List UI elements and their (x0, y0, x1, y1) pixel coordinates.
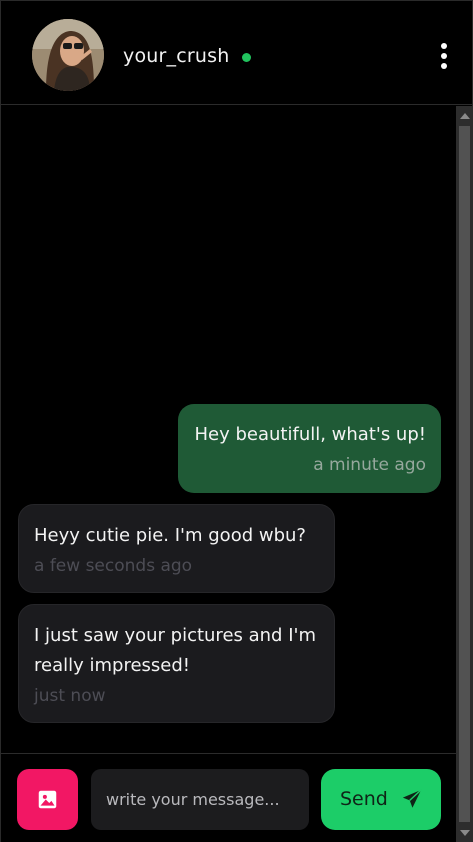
contact-name: your_crush (123, 45, 230, 67)
send-button[interactable]: Send (321, 769, 441, 830)
scroll-up-icon[interactable] (460, 113, 470, 119)
message-timestamp: a minute ago (313, 455, 426, 475)
chat-window: your_crush Hey beautifull, what's up! a … (0, 0, 473, 842)
message-text: Hey beautifull, what's up! (194, 424, 427, 445)
message-timestamp: just now (34, 686, 106, 706)
avatar[interactable] (32, 19, 104, 91)
chat-header: your_crush (1, 1, 472, 105)
avatar-photo (32, 19, 104, 91)
more-vertical-icon (441, 43, 447, 49)
online-status-dot (242, 53, 251, 62)
scroll-thumb[interactable] (459, 126, 470, 822)
message-text: Heyy cutie pie. I'm good wbu? (34, 525, 306, 546)
send-label: Send (340, 788, 388, 810)
message-bubble-received: I just saw your pictures and I'm really … (18, 604, 335, 723)
more-vertical-icon-dot (441, 53, 447, 59)
message-bubble-received: Heyy cutie pie. I'm good wbu? a few seco… (18, 504, 335, 593)
message-timestamp: a few seconds ago (34, 556, 193, 576)
message-bubble-sent: Hey beautifull, what's up! a minute ago (178, 404, 441, 493)
image-icon (38, 790, 57, 809)
message-scrollbar[interactable] (456, 106, 473, 842)
message-text: I just saw your pictures and I'm really … (34, 625, 316, 676)
scroll-down-icon[interactable] (460, 830, 470, 836)
attach-image-button[interactable] (17, 769, 78, 830)
message-list[interactable]: Hey beautifull, what's up! a minute ago … (1, 106, 456, 753)
more-options-button[interactable] (433, 41, 455, 71)
message-input[interactable] (91, 769, 309, 830)
message-composer: Send (1, 753, 456, 842)
more-vertical-icon-dot (441, 63, 447, 69)
paper-plane-icon (402, 789, 422, 808)
